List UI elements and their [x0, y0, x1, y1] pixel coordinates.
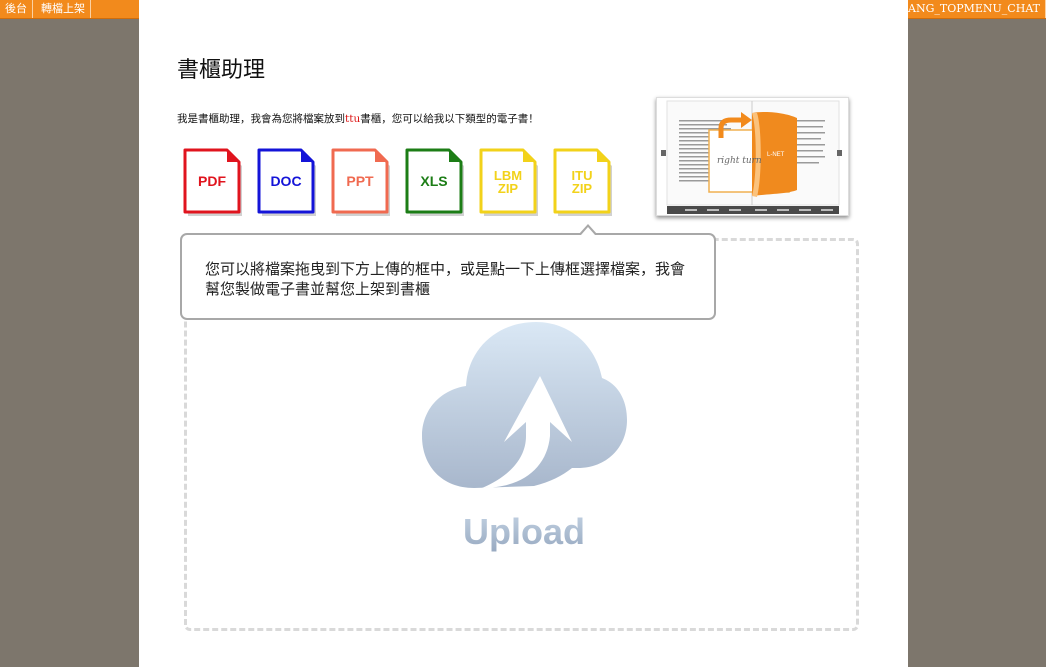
preview-handwriting: right turn — [717, 156, 762, 166]
file-type-label: PDF — [198, 173, 226, 189]
file-type-ppt-icon: PPT — [331, 148, 390, 216]
assistant-description: 我是書櫃助理，我會為您將檔案放到ttu書櫃，您可以給我以下類型的電子書！ — [177, 111, 539, 126]
file-type-lbm-zip-icon: LBM ZIP — [479, 148, 538, 216]
bookshelf-assistant-dialog: 書櫃助理 我是書櫃助理，我會為您將檔案放到ttu書櫃，您可以給我以下類型的電子書… — [139, 0, 908, 667]
file-type-label: DOC — [270, 173, 302, 189]
file-type-xls-icon: XLS — [405, 148, 464, 216]
menu-backend[interactable]: 後台 — [0, 0, 33, 18]
file-type-pdf-icon: PDF — [183, 148, 242, 216]
speech-bubble-text: 您可以將檔案拖曳到下方上傳的框中，或是點一下上傳框選擇檔案，我會幫您製做電子書並… — [205, 260, 686, 298]
flipbook-preview-image: L-NET right turn — [656, 97, 849, 216]
description-highlight: ttu — [345, 113, 361, 125]
flipbook-preview-graphic: L-NET right turn — [657, 98, 848, 215]
page-title: 書櫃助理 — [177, 58, 266, 83]
file-type-itu-zip-icon: ITU ZIP — [553, 148, 612, 216]
file-type-label: XLS — [420, 173, 448, 189]
menu-chat[interactable]: LANG_TOPMENU_CHAT — [896, 0, 1046, 18]
preview-page-label: L-NET — [767, 152, 785, 158]
upload-cloud-icon: Upload — [422, 322, 627, 552]
menu-convert-upload[interactable]: 轉檔上架 — [36, 0, 91, 18]
file-type-label: PPT — [346, 173, 374, 189]
upload-label: Upload — [463, 511, 585, 552]
description-pre: 我是書櫃助理，我會為您將檔案放到 — [177, 113, 345, 125]
file-type-label: ITU ZIP — [571, 168, 593, 196]
file-type-doc-icon: DOC — [257, 148, 316, 216]
description-post: 書櫃，您可以給我以下類型的電子書！ — [360, 113, 539, 125]
file-type-label: LBM ZIP — [493, 168, 523, 196]
assistant-speech-bubble: 您可以將檔案拖曳到下方上傳的框中，或是點一下上傳框選擇檔案，我會幫您製做電子書並… — [180, 224, 716, 320]
